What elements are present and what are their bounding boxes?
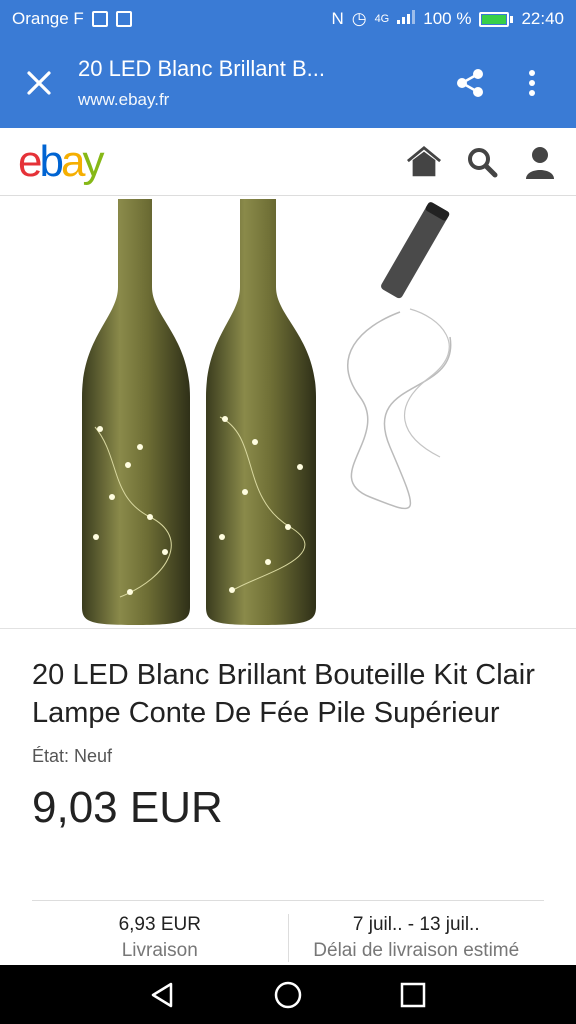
shipping-cost: 6,93 EUR Livraison bbox=[32, 914, 288, 962]
logo-letter: y bbox=[82, 136, 104, 186]
product-price: 9,03 EUR bbox=[32, 783, 223, 832]
delivery-estimate-label: Délai de livraison estimé bbox=[313, 940, 520, 961]
product-condition: État: Neuf bbox=[32, 746, 113, 766]
page-url: www.ebay.fr bbox=[78, 90, 170, 109]
product-title: 20 LED Blanc Brillant Bouteille Kit Clai… bbox=[32, 659, 535, 729]
shipping-cost-label: Livraison bbox=[121, 940, 198, 961]
logo-letter: e bbox=[18, 136, 43, 186]
status-bar: Orange F N ◷ 4G 100 % 22:40 bbox=[0, 0, 576, 38]
logo-letter: b bbox=[39, 136, 64, 186]
browser-toolbar: 20 LED Blanc Brillant B... www.ebay.fr bbox=[0, 38, 576, 128]
logo-letter: a bbox=[60, 136, 86, 186]
carrier-label: Orange F bbox=[12, 9, 84, 28]
ebay-logo[interactable]: ebay bbox=[18, 136, 104, 187]
home-icon[interactable] bbox=[406, 144, 442, 180]
back-icon[interactable] bbox=[145, 977, 181, 1013]
battery-icon bbox=[479, 11, 514, 27]
page-title: 20 LED Blanc Brillant B... bbox=[78, 56, 326, 81]
notification-icon bbox=[91, 11, 108, 27]
more-options-icon[interactable] bbox=[514, 65, 550, 101]
shipping-summary: 6,93 EUR Livraison 7 juil.. - 13 juil.. … bbox=[32, 914, 544, 962]
account-icon[interactable] bbox=[522, 144, 558, 180]
signal-icon bbox=[397, 9, 416, 29]
clock: 22:40 bbox=[521, 9, 564, 28]
ebay-header: ebay bbox=[0, 128, 576, 196]
product-image[interactable] bbox=[0, 197, 576, 629]
product-info: 20 LED Blanc Brillant Bouteille Kit Clai… bbox=[32, 656, 544, 833]
share-icon[interactable] bbox=[452, 65, 488, 101]
close-icon[interactable] bbox=[0, 38, 78, 128]
search-icon[interactable] bbox=[464, 144, 500, 180]
alarm-icon: ◷ bbox=[351, 9, 367, 28]
home-icon[interactable] bbox=[270, 977, 306, 1013]
delivery-estimate: 7 juil.. - 13 juil.. Délai de livraison … bbox=[287, 914, 545, 962]
shipping-cost-value: 6,93 EUR bbox=[118, 914, 201, 935]
recents-icon[interactable] bbox=[395, 977, 431, 1013]
mail-icon bbox=[115, 11, 132, 27]
nfc-icon: N bbox=[331, 9, 344, 28]
system-nav-bar bbox=[0, 965, 576, 1024]
signal-label: 4G bbox=[374, 13, 390, 25]
battery-percent: 100 % bbox=[423, 9, 472, 28]
divider bbox=[32, 900, 544, 901]
delivery-estimate-value: 7 juil.. - 13 juil.. bbox=[352, 914, 480, 935]
